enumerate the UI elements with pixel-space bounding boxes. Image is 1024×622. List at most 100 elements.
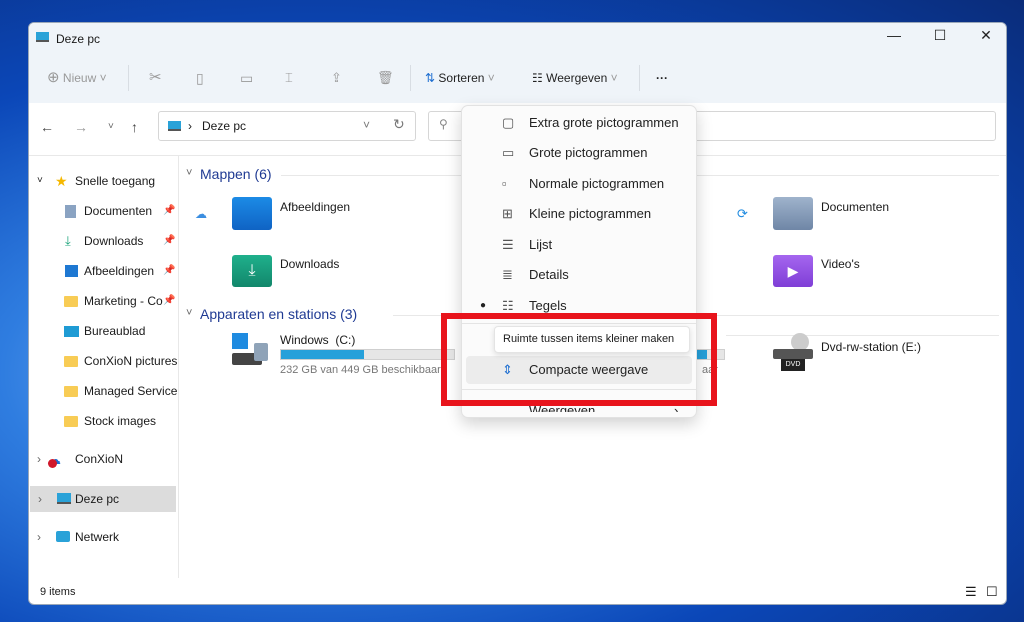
share-icon[interactable]: ⇪ [331,67,342,89]
sidebar-item-downloads[interactable]: ⤓ Downloads 📌 [29,228,177,254]
sidebar-item-label: Stock images [84,414,157,428]
chevron-down-icon[interactable]: ˅ [186,167,192,179]
pc-icon [57,493,71,504]
refresh-icon[interactable]: ↻ [393,116,405,133]
desktop-icon [64,326,79,337]
sync-icon: ⟳ [737,206,748,221]
error-icon [48,459,57,468]
menu-item-small-icons[interactable]: ⊞ Kleine pictogrammen [462,200,696,228]
section-header-drives[interactable]: Apparaten en stations (3) [200,306,357,322]
breadcrumb-separator: › [188,119,192,133]
monitor-icon: ▭ [502,145,515,160]
chevron-down-icon[interactable]: ˅ [186,307,192,319]
minimize-button[interactable]: — [874,27,914,49]
drive-usage-bar [280,349,455,360]
drive-name[interactable]: Dvd-rw-station (E:) [821,340,921,354]
cloud-icon: ☁ [195,207,207,221]
breadcrumb-deze-pc[interactable]: Deze pc [202,119,246,133]
sidebar-item-label: Netwerk [75,530,120,544]
folder-name[interactable]: Video's [821,257,860,271]
chevron-down-icon[interactable]: ˅ [363,118,370,132]
pc-icon [168,121,181,131]
folder-name[interactable]: Afbeeldingen [280,200,350,214]
back-button[interactable]: ← [40,119,54,135]
sidebar-item-onedrive[interactable]: ›☁ConXioN [29,446,177,472]
up-button[interactable]: ↑ [131,119,138,135]
pin-icon[interactable]: 📌 [163,288,175,314]
details-view-toggle[interactable]: ☰ [965,578,977,604]
sort-label: Sorteren [438,71,485,85]
sort-icon: ⇅ [425,71,436,85]
monitor-icon: ▢ [502,115,515,130]
recent-dropdown[interactable]: ˅ [108,121,114,132]
maximize-button[interactable]: ☐ [920,27,960,49]
view-button[interactable]: ☷ Weergeven ˅ [532,67,618,89]
menu-item-list[interactable]: ☰ Lijst [462,231,696,259]
rename-icon[interactable]: ⌶ [285,67,293,89]
folder-icon-downloads: ⤓ [232,255,272,287]
divider [726,335,999,336]
chevron-right-icon: › [37,530,41,544]
pin-icon[interactable]: 📌 [163,258,175,284]
details-icon: ≣ [502,267,513,282]
folder-name[interactable]: Downloads [280,257,339,271]
sidebar-item-this-pc[interactable]: › Deze pc [30,486,176,512]
folder-icon [64,386,78,397]
paste-icon[interactable]: ▭ [240,67,253,89]
pc-icon [36,32,49,42]
dvd-drive-icon: DVD [773,333,813,373]
search-icon: ⚲ [439,117,448,131]
pin-icon[interactable]: 📌 [163,228,175,254]
divider [128,65,129,91]
sidebar-item-conxion-pictures[interactable]: ConXioN pictures [29,348,177,374]
menu-item-label: Grote pictogrammen [529,145,648,160]
menu-item-large-icons[interactable]: ▭ Grote pictogrammen [462,139,696,167]
status-bar: 9 items ☰ ☐ [29,578,1006,604]
folder-icon [64,296,78,307]
folder-name[interactable]: Documenten [821,200,889,214]
sidebar-item-bureaublad[interactable]: Bureaublad [29,318,177,344]
tiles-icon: ☷ [532,71,543,85]
monitor-icon: ▫ [502,176,507,191]
sidebar-item-network[interactable]: › Netwerk [29,524,177,550]
pin-icon[interactable]: 📌 [163,198,175,224]
sidebar-item-documenten[interactable]: Documenten 📌 [29,198,177,224]
sidebar-item-managed-services[interactable]: Managed Services- [29,378,177,404]
download-icon: ⤓ [65,233,71,248]
lock-icon [254,343,268,361]
menu-item-extra-large-icons[interactable]: ▢ Extra grote pictogrammen [462,109,696,137]
windows-drive-icon [232,333,272,367]
folder-icon-documents [773,197,813,230]
sidebar-item-label: Snelle toegang [75,174,156,188]
sidebar-item-label: Managed Services- [84,384,177,398]
cut-icon[interactable]: ✂ [149,67,162,89]
more-options-button[interactable]: ··· [656,67,668,89]
sidebar-item-marketing[interactable]: Marketing - Co 📌 [29,288,177,314]
sidebar-item-label: Afbeeldingen [84,264,155,278]
delete-icon[interactable]: 🗑 [377,67,394,89]
tiles-view-toggle[interactable]: ☐ [986,578,998,604]
menu-item-label: Extra grote pictogrammen [529,115,679,130]
sidebar-item-quick-access[interactable]: ˅ ★ Snelle toegang [29,168,177,194]
view-label: Weergeven [546,71,608,85]
sidebar-item-label: ConXioN pictures [84,354,177,368]
star-icon: ★ [55,173,68,189]
divider [639,65,640,91]
divider [410,65,411,91]
close-button[interactable]: ✕ [966,27,1006,49]
sidebar-item-afbeeldingen[interactable]: Afbeeldingen 📌 [29,258,177,284]
section-header-folders[interactable]: Mappen (6) [200,166,272,182]
folder-icon [64,356,78,367]
menu-item-details[interactable]: ≣ Details [462,261,696,289]
menu-item-medium-icons[interactable]: ▫ Normale pictogrammen [462,170,696,198]
sidebar-item-stock-images[interactable]: Stock images [29,408,177,434]
address-bar[interactable]: › Deze pc ˅ ↻ [158,111,416,141]
list-icon: ☰ [502,237,514,252]
copy-icon[interactable]: ▯ [196,67,204,89]
new-button[interactable]: ⊕ Nieuw ˅ [47,67,107,89]
sort-button[interactable]: ⇅ Sorteren ˅ [425,67,495,89]
sidebar-item-label: Marketing - Co [84,294,163,308]
drive-free-space: 232 GB van 449 GB beschikbaar [280,364,441,376]
forward-button[interactable]: → [74,119,88,135]
drive-name[interactable]: Windows (C:) [280,333,355,347]
